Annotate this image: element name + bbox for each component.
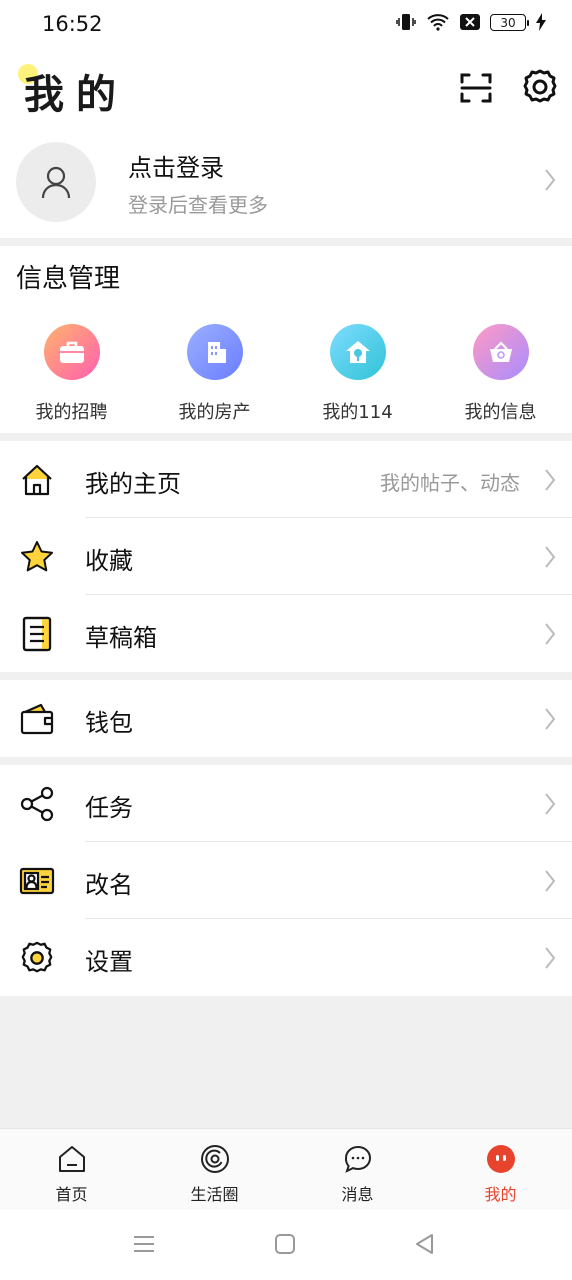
- chevron-right-icon: [544, 468, 556, 496]
- briefcase-icon: [43, 324, 100, 380]
- menu-label: 改名: [85, 871, 133, 899]
- menu-row-rename[interactable]: 改名: [0, 842, 572, 919]
- menu-row-drafts[interactable]: 草稿箱: [0, 595, 572, 672]
- back-nav-icon[interactable]: [414, 1232, 436, 1260]
- chevron-right-icon: [544, 869, 556, 897]
- page-header: 我的: [0, 52, 572, 132]
- vibrate-icon: [396, 13, 416, 31]
- no-signal-icon: [460, 13, 480, 31]
- menu-label: 我的主页: [85, 470, 181, 498]
- charging-icon: [536, 13, 546, 31]
- section-title: 信息管理: [16, 264, 121, 294]
- menu-extra-text: 我的帖子、动态: [380, 471, 520, 495]
- login-profile-row[interactable]: 点击登录 登录后查看更多: [0, 132, 572, 238]
- star-icon: [18, 538, 56, 576]
- tab-life-circle[interactable]: 生活圈: [143, 1129, 286, 1211]
- menu-group-2: 钱包: [0, 680, 572, 757]
- home-nav-icon[interactable]: [274, 1232, 296, 1260]
- menu-label: 设置: [85, 948, 133, 976]
- my-114-item[interactable]: 我的114: [286, 324, 429, 424]
- menu-row-tasks[interactable]: 任务: [0, 765, 572, 842]
- page-title: 我的: [24, 72, 128, 118]
- chevron-right-icon: [544, 168, 556, 196]
- tab-mine[interactable]: 我的: [429, 1129, 572, 1211]
- menu-label: 收藏: [85, 547, 133, 575]
- avatar[interactable]: [16, 142, 96, 222]
- grid-label: 我的房产: [178, 402, 251, 423]
- info-management-section: 信息管理 我的招聘 我的房产 我的114 我的信息: [0, 246, 572, 433]
- profile-tab-icon: [429, 1143, 572, 1175]
- menu-label: 钱包: [85, 709, 133, 737]
- menu-label: 任务: [85, 794, 133, 822]
- tab-label: 我的: [484, 1185, 517, 1204]
- settings-gear-icon[interactable]: [521, 68, 559, 110]
- basket-icon: [472, 324, 529, 380]
- gear-icon: [18, 939, 56, 977]
- house-pin-icon: [329, 324, 386, 380]
- tab-label: 生活圈: [190, 1185, 239, 1204]
- tab-label: 消息: [341, 1185, 374, 1204]
- chevron-right-icon: [544, 545, 556, 573]
- status-time: 16:52: [42, 12, 103, 36]
- home-icon: [18, 461, 56, 499]
- menu-row-wallet[interactable]: 钱包: [0, 680, 572, 757]
- menu-row-settings[interactable]: 设置: [0, 919, 572, 996]
- menu-row-homepage[interactable]: 我的主页 我的帖子、动态: [0, 441, 572, 518]
- login-subtitle: 登录后查看更多: [128, 193, 268, 217]
- my-recruitment-item[interactable]: 我的招聘: [0, 324, 143, 424]
- circle-tab-icon: [143, 1143, 286, 1175]
- chevron-right-icon: [544, 622, 556, 650]
- share-icon: [18, 785, 56, 823]
- notepad-icon: [18, 615, 56, 653]
- scan-icon[interactable]: [458, 70, 494, 110]
- menu-label: 草稿箱: [85, 624, 157, 652]
- message-tab-icon: [286, 1143, 429, 1175]
- wallet-icon: [18, 700, 56, 738]
- menu-group-1: 我的主页 我的帖子、动态 收藏 草稿箱: [0, 441, 572, 672]
- grid-label: 我的招聘: [35, 402, 108, 423]
- grid-label: 我的114: [322, 402, 393, 423]
- home-tab-icon: [0, 1143, 143, 1175]
- my-property-item[interactable]: 我的房产: [143, 324, 286, 424]
- login-prompt[interactable]: 点击登录: [128, 148, 224, 183]
- wifi-icon: [426, 13, 450, 31]
- tab-home[interactable]: 首页: [0, 1129, 143, 1211]
- chevron-right-icon: [544, 946, 556, 974]
- bottom-tab-bar: 首页 生活圈 消息 我的: [0, 1128, 572, 1211]
- system-nav-bar: [0, 1210, 572, 1280]
- menu-nav-icon[interactable]: [132, 1232, 156, 1260]
- battery-indicator: 30: [490, 13, 529, 31]
- chevron-right-icon: [544, 792, 556, 820]
- my-info-item[interactable]: 我的信息: [429, 324, 572, 424]
- tab-label: 首页: [55, 1185, 88, 1204]
- status-bar: 16:52 30: [0, 0, 572, 52]
- chevron-right-icon: [544, 707, 556, 735]
- grid-label: 我的信息: [464, 402, 537, 423]
- id-card-icon: [18, 862, 56, 900]
- building-icon: [186, 324, 243, 380]
- menu-row-favorites[interactable]: 收藏: [0, 518, 572, 595]
- tab-messages[interactable]: 消息: [286, 1129, 429, 1211]
- menu-group-3: 任务 改名 设置: [0, 765, 572, 996]
